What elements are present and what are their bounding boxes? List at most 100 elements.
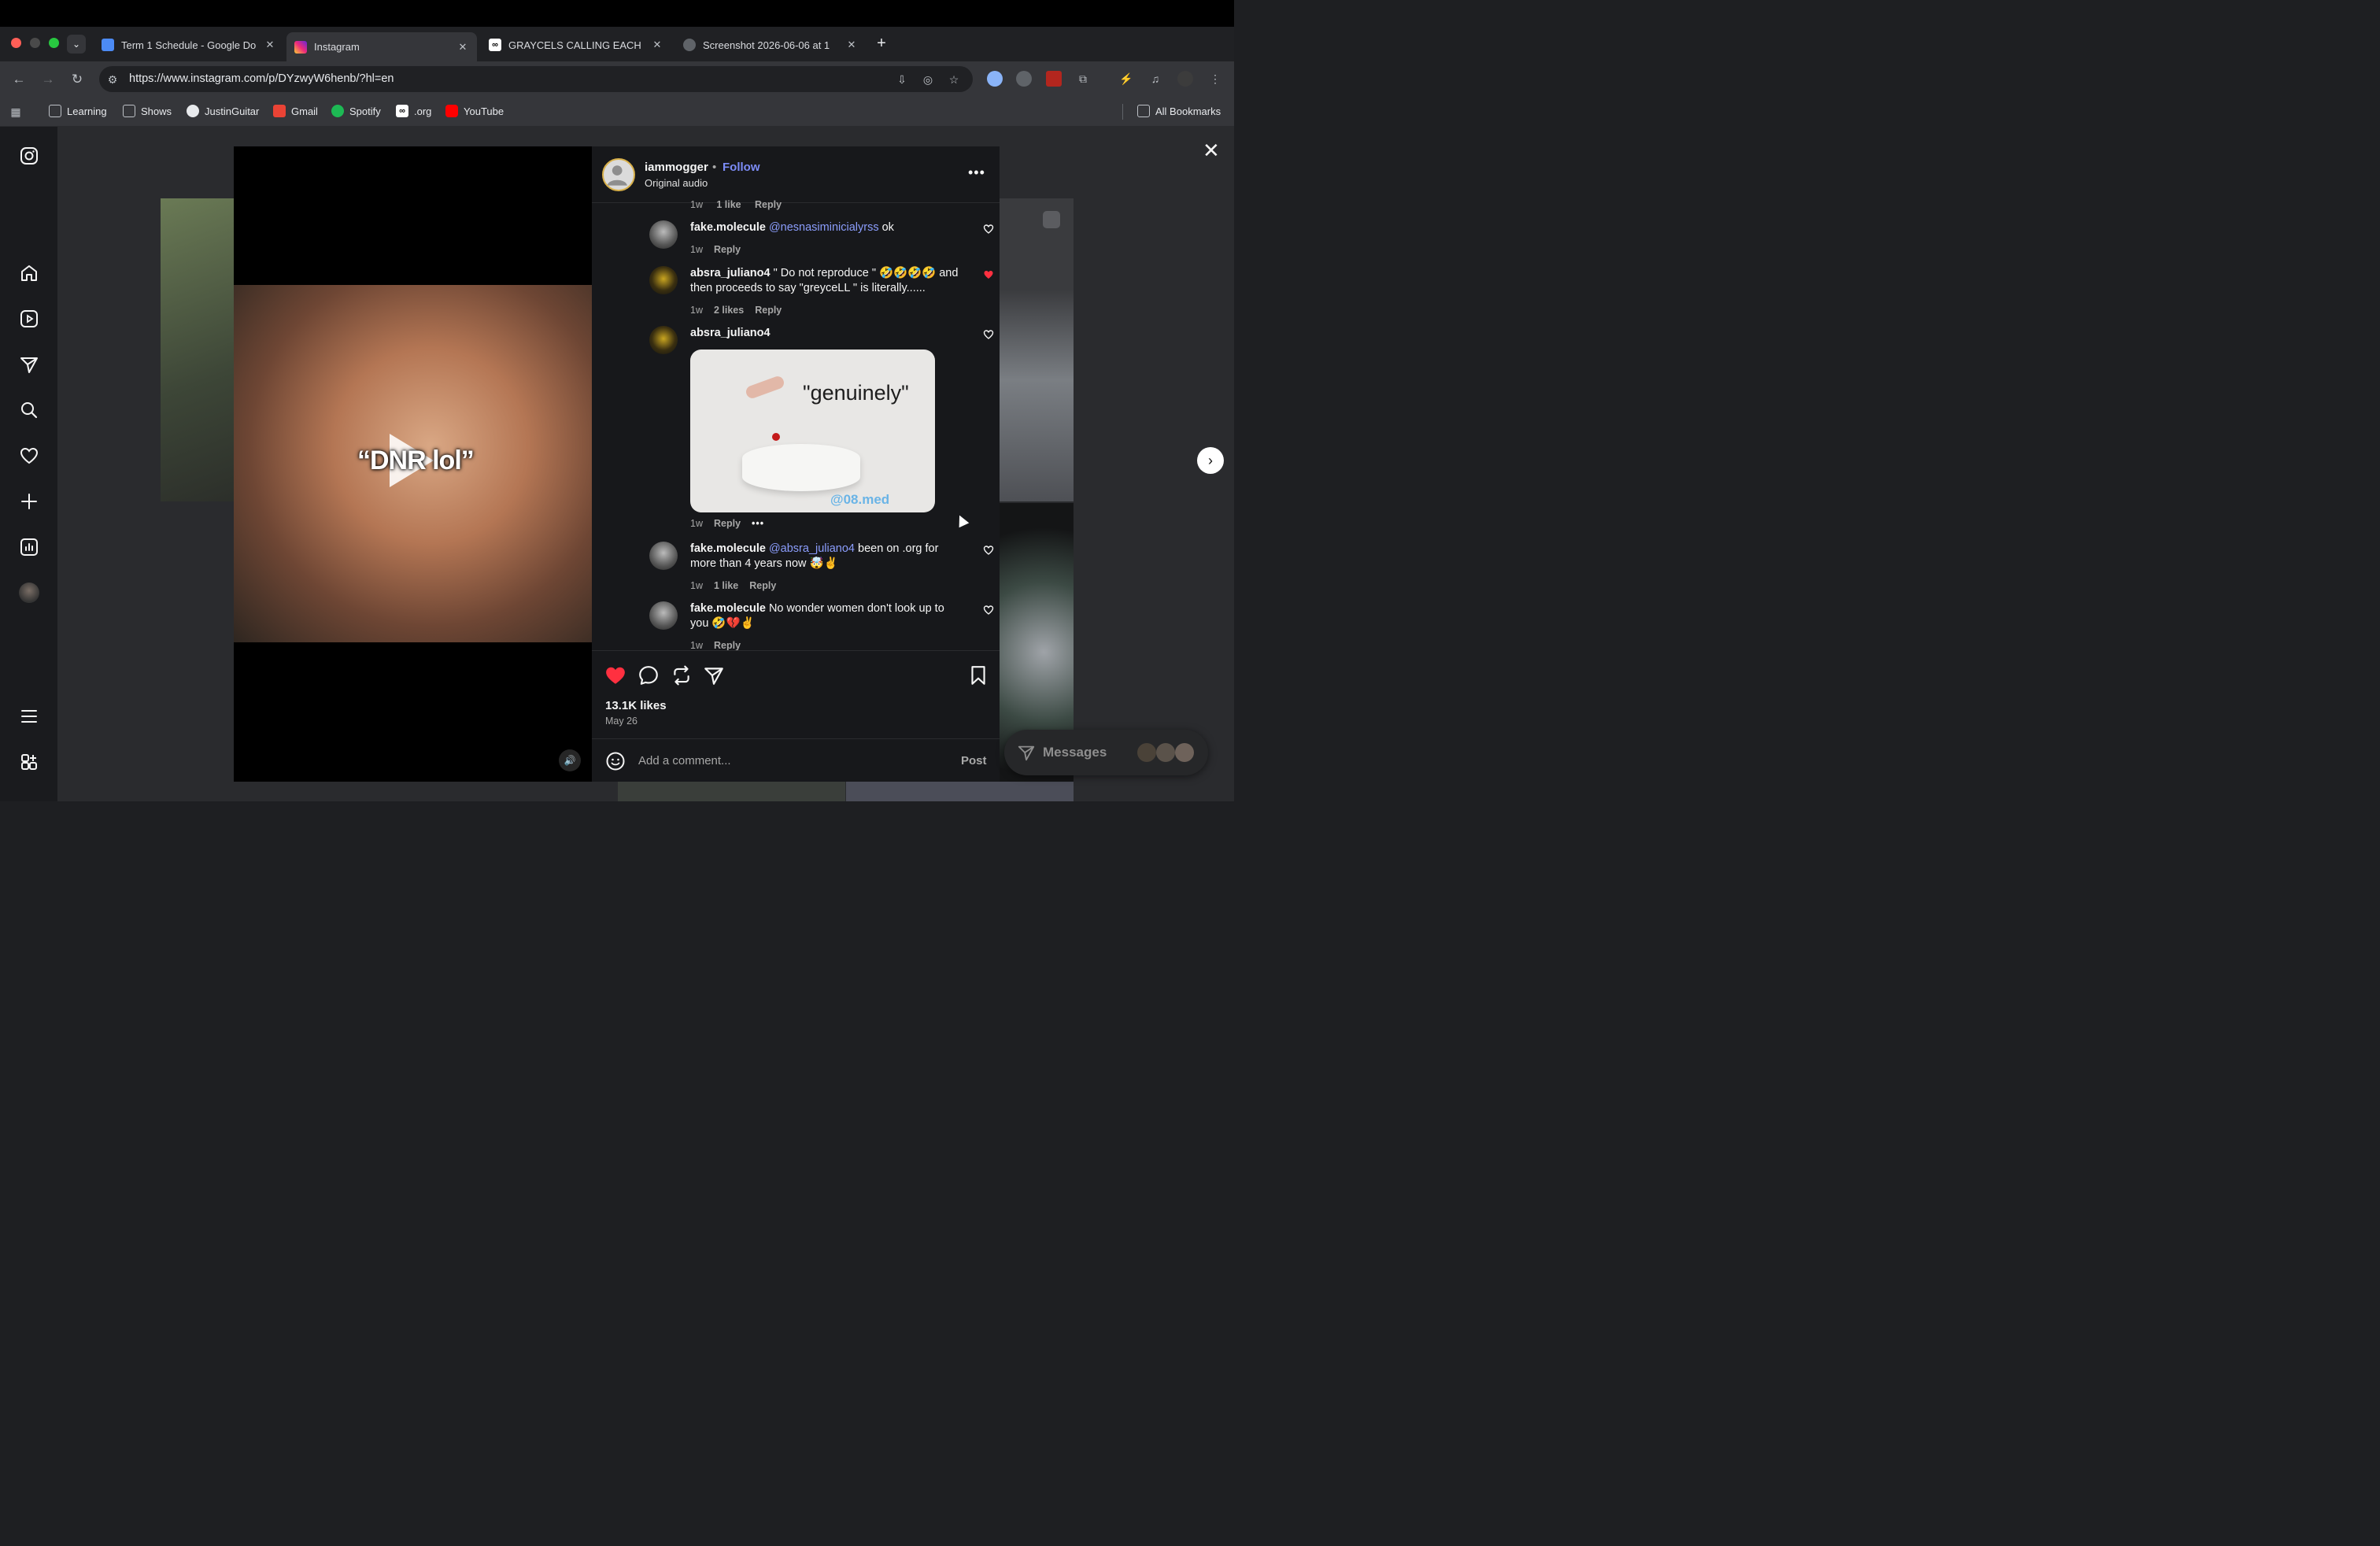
comment-gif[interactable]: "genuinely" @08.med <box>690 350 935 512</box>
comment-time: 1w <box>690 640 703 651</box>
extension-glasses-icon[interactable] <box>1016 71 1032 87</box>
comment-bubble-icon[interactable] <box>638 664 660 686</box>
like-heart-icon[interactable] <box>604 664 626 686</box>
also-from-meta-icon[interactable] <box>19 752 39 772</box>
repost-icon[interactable] <box>671 664 693 686</box>
author-username[interactable]: iammogger <box>645 161 708 174</box>
reload-icon[interactable]: ↻ <box>68 70 87 89</box>
comment-username[interactable]: fake.molecule <box>690 602 766 615</box>
emoji-icon[interactable] <box>605 751 626 771</box>
comment-like-heart-icon[interactable] <box>983 224 994 235</box>
bookmark-spotify[interactable]: Spotify <box>331 105 381 117</box>
install-app-icon[interactable]: ⇩ <box>895 72 909 87</box>
mute-toggle-icon[interactable]: 🔊 <box>559 749 581 771</box>
comment-input[interactable]: Add a comment... <box>638 754 731 767</box>
commenter-avatar[interactable] <box>649 542 678 570</box>
tab-google-docs[interactable]: Term 1 Schedule - Google Do ✕ <box>94 32 284 57</box>
close-tab-icon[interactable]: ✕ <box>456 41 469 54</box>
comment-reply-button[interactable]: Reply <box>755 305 782 316</box>
profile-avatar[interactable] <box>19 583 39 603</box>
tab-instagram[interactable]: Instagram ✕ <box>286 32 477 61</box>
comment-like-heart-icon[interactable] <box>983 545 994 556</box>
all-bookmarks-button[interactable]: All Bookmarks <box>1137 105 1221 117</box>
create-plus-icon[interactable] <box>19 491 39 512</box>
comment-composer: Add a comment... Post <box>592 738 1000 782</box>
site-info-icon[interactable]: ⚙ <box>105 72 120 87</box>
bookmark-youtube[interactable]: YouTube <box>445 105 504 117</box>
comment-username[interactable]: absra_juliano4 <box>690 267 771 279</box>
close-tab-icon[interactable]: ✕ <box>845 39 858 51</box>
comment-reply-button[interactable]: Reply <box>714 640 741 651</box>
eye-slash-icon[interactable]: ◎ <box>921 72 935 87</box>
tab-screenshot[interactable]: Screenshot 2026-06-06 at 1 ✕ <box>675 32 866 57</box>
follow-button[interactable]: Follow <box>722 161 760 174</box>
commenter-avatar[interactable] <box>649 266 678 294</box>
commenter-avatar[interactable] <box>649 601 678 630</box>
more-menu-icon[interactable] <box>19 706 39 727</box>
menu-kebab-icon[interactable]: ⋮ <box>1208 72 1222 86</box>
close-tab-icon[interactable]: ✕ <box>264 39 276 51</box>
comment-more-options-icon[interactable]: ••• <box>752 518 764 529</box>
commenter-avatar[interactable] <box>649 220 678 249</box>
messages-dock[interactable]: Messages <box>1004 730 1208 775</box>
comment-username[interactable]: fake.molecule <box>690 221 766 234</box>
globe-icon <box>683 39 696 51</box>
minimize-window-button[interactable] <box>30 38 40 48</box>
tab-graycels[interactable]: ∞ GRAYCELS CALLING EACH O ✕ <box>481 32 671 57</box>
audio-link[interactable]: Original audio <box>645 177 708 189</box>
close-tab-icon[interactable]: ✕ <box>651 39 663 51</box>
media-control-icon[interactable]: ♫ <box>1148 72 1162 86</box>
close-window-button[interactable] <box>11 38 21 48</box>
profile-avatar[interactable] <box>1177 71 1193 87</box>
new-tab-button[interactable]: + <box>874 35 889 52</box>
bookmark-learning[interactable]: Learning <box>49 105 107 117</box>
notifications-heart-icon[interactable] <box>19 446 39 466</box>
post-video-player[interactable]: “DNR lol” 🔊 <box>234 146 592 782</box>
gmail-icon <box>273 105 286 117</box>
share-icon[interactable] <box>703 664 725 686</box>
bookmark-org[interactable]: ∞ .org <box>396 105 431 117</box>
forward-icon[interactable]: → <box>39 70 57 89</box>
url-text[interactable]: https://www.instagram.com/p/DYzwyW6henb/… <box>129 72 394 85</box>
fullscreen-window-button[interactable] <box>49 38 59 48</box>
comment-likes[interactable]: 1 like <box>716 199 741 210</box>
next-post-chevron-icon[interactable]: › <box>1197 447 1224 474</box>
save-bookmark-icon[interactable] <box>968 664 989 686</box>
bookmark-gmail[interactable]: Gmail <box>273 105 318 117</box>
reels-icon[interactable] <box>19 309 39 329</box>
comment-username[interactable]: absra_juliano4 <box>690 327 771 339</box>
comment-mention[interactable]: @absra_juliano4 <box>769 542 855 555</box>
likes-count[interactable]: 13.1K likes <box>605 699 667 712</box>
more-options-icon[interactable]: ••• <box>968 165 985 181</box>
post-comment-button[interactable]: Post <box>961 754 987 767</box>
comment-like-heart-icon[interactable] <box>983 605 994 616</box>
extensions-puzzle-icon[interactable]: ⧉ <box>1076 72 1090 86</box>
extension-grid-icon[interactable] <box>1046 71 1062 87</box>
comment-likes[interactable]: 2 likes <box>714 305 744 316</box>
close-modal-icon[interactable]: ✕ <box>1203 139 1220 163</box>
direct-messages-icon[interactable] <box>19 354 39 375</box>
commenter-avatar[interactable] <box>649 326 678 354</box>
performance-icon[interactable]: ⚡ <box>1119 72 1133 86</box>
comment-reply-button[interactable]: Reply <box>714 518 741 529</box>
home-icon[interactable] <box>19 263 39 283</box>
bookmark-shows[interactable]: Shows <box>123 105 172 117</box>
bookmark-justinguitar[interactable]: JustinGuitar <box>187 105 259 117</box>
comment-likes[interactable]: 1 like <box>714 580 738 591</box>
comment-reply-button[interactable]: Reply <box>714 244 741 255</box>
instagram-logo-icon[interactable] <box>19 146 39 166</box>
comment-reply-button[interactable]: Reply <box>755 199 782 210</box>
bookmark-star-icon[interactable]: ☆ <box>947 72 961 87</box>
extension-search-icon[interactable] <box>987 71 1003 87</box>
search-icon[interactable] <box>19 400 39 420</box>
apps-grid-icon[interactable]: ▦ <box>9 105 23 119</box>
back-icon[interactable]: ← <box>9 70 28 89</box>
insights-icon[interactable] <box>19 537 39 557</box>
comment-like-heart-icon[interactable] <box>983 329 994 340</box>
author-avatar[interactable] <box>602 158 635 191</box>
comment-mention[interactable]: @nesnasiminicialyrss <box>769 221 879 234</box>
tab-search-button[interactable]: ⌄ <box>67 35 86 54</box>
comment-liked-heart-icon[interactable] <box>983 269 994 280</box>
comment-reply-button[interactable]: Reply <box>749 580 776 591</box>
comment-username[interactable]: fake.molecule <box>690 542 766 555</box>
